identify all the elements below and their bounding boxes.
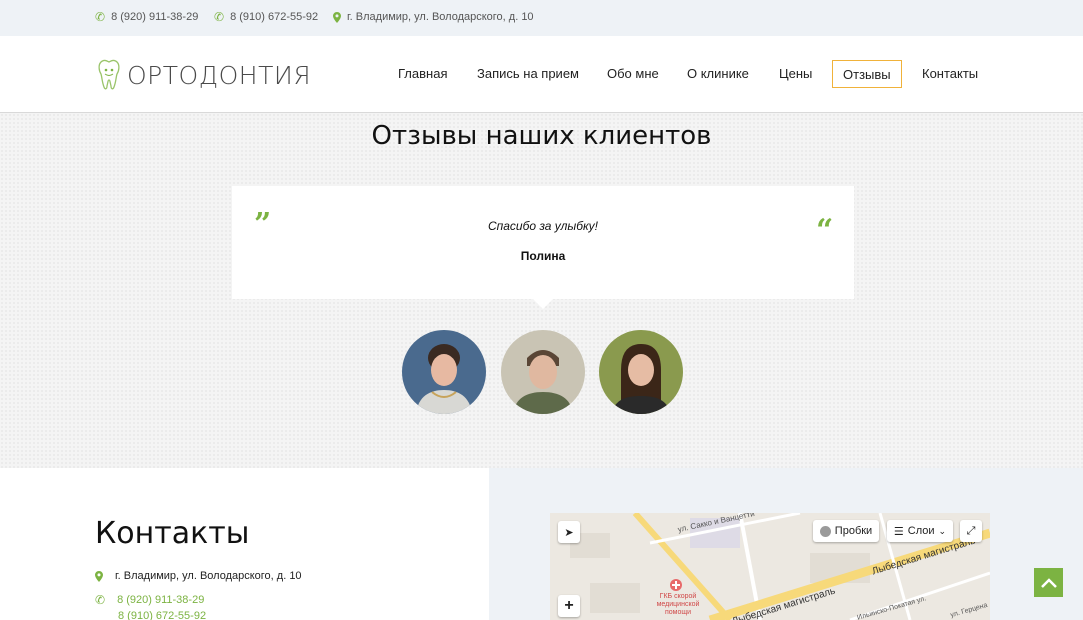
yandex-map[interactable]: ул. Сакко и Ванцетти Лыбедская магистрал…	[550, 513, 990, 620]
reviews-section: Отзывы наших клиентов ” “ Спасибо за улы…	[0, 113, 1083, 468]
map-hospital-label: ГКБ скорой медицинской помощи	[656, 593, 700, 616]
map-pin-icon	[95, 570, 103, 582]
nav-prices[interactable]: Цены	[779, 60, 812, 88]
phone-icon: ✆	[95, 593, 106, 607]
nav-reviews[interactable]: Отзывы	[832, 60, 902, 88]
reviewer-avatar-1[interactable]	[402, 330, 486, 414]
map-pin-icon	[333, 11, 341, 23]
contacts-title: Контакты	[95, 516, 250, 551]
traffic-icon	[819, 525, 831, 537]
nav-about-me[interactable]: Обо мне	[607, 60, 659, 88]
phone-icon: ✆	[214, 10, 225, 24]
map-traffic-button[interactable]: Пробки	[813, 520, 879, 542]
chevron-up-icon	[1040, 577, 1057, 588]
nav-appointment[interactable]: Запись на прием	[477, 60, 579, 88]
map-zoom-in-button[interactable]: +	[558, 595, 580, 617]
topbar-phone-1[interactable]: ✆ 8 (920) 911-38-29	[95, 11, 198, 23]
phone-icon: ✆	[95, 10, 106, 24]
scroll-to-top-button[interactable]	[1034, 568, 1063, 597]
map-section: ул. Сакко и Ванцетти Лыбедская магистрал…	[489, 468, 1083, 620]
nav-contacts[interactable]: Контакты	[922, 60, 978, 88]
map-geolocation-button[interactable]: ➤	[558, 521, 580, 543]
expand-icon: ⤢	[966, 524, 976, 537]
review-card: ” “ Спасибо за улыбку! Полина	[232, 186, 854, 309]
site-header: ОРТОДОНТИЯ Главная Запись на прием Обо м…	[0, 36, 1083, 113]
reviewer-avatar-2[interactable]	[501, 330, 585, 414]
review-text: Спасибо за улыбку!	[487, 219, 599, 233]
contacts-section: Контакты г. Владимир, ул. Володарского, …	[0, 468, 489, 620]
top-info-bar: ✆ 8 (920) 911-38-29 ✆ 8 (910) 672-55-92 …	[0, 0, 1083, 36]
nav-about-clinic[interactable]: О клинике	[687, 60, 749, 88]
navigation-arrow-icon: ➤	[564, 526, 574, 539]
map-layers-button[interactable]: ☰ Слои ⌄	[887, 520, 953, 542]
reviews-title: Отзывы наших клиентов	[371, 121, 712, 151]
contacts-address: г. Владимир, ул. Володарского, д. 10	[95, 570, 302, 582]
topbar-phone-2[interactable]: ✆ 8 (910) 672-55-92	[214, 11, 318, 23]
main-nav: Главная Запись на прием Обо мне О клиник…	[0, 60, 1083, 88]
review-author: Полина	[520, 249, 566, 263]
topbar-address: г. Владимир, ул. Володарского, д. 10	[333, 11, 534, 23]
reviewer-avatar-3[interactable]	[599, 330, 683, 414]
nav-home[interactable]: Главная	[398, 60, 447, 88]
chevron-down-icon: ⌄	[938, 525, 947, 536]
contacts-phone-2[interactable]: 8 (910) 672-55-92	[118, 610, 206, 620]
plus-icon: +	[564, 597, 574, 614]
map-fullscreen-button[interactable]: ⤢	[960, 520, 982, 542]
contacts-phone-1[interactable]: ✆ 8 (920) 911-38-29	[95, 594, 204, 606]
layers-icon: ☰	[893, 525, 904, 538]
